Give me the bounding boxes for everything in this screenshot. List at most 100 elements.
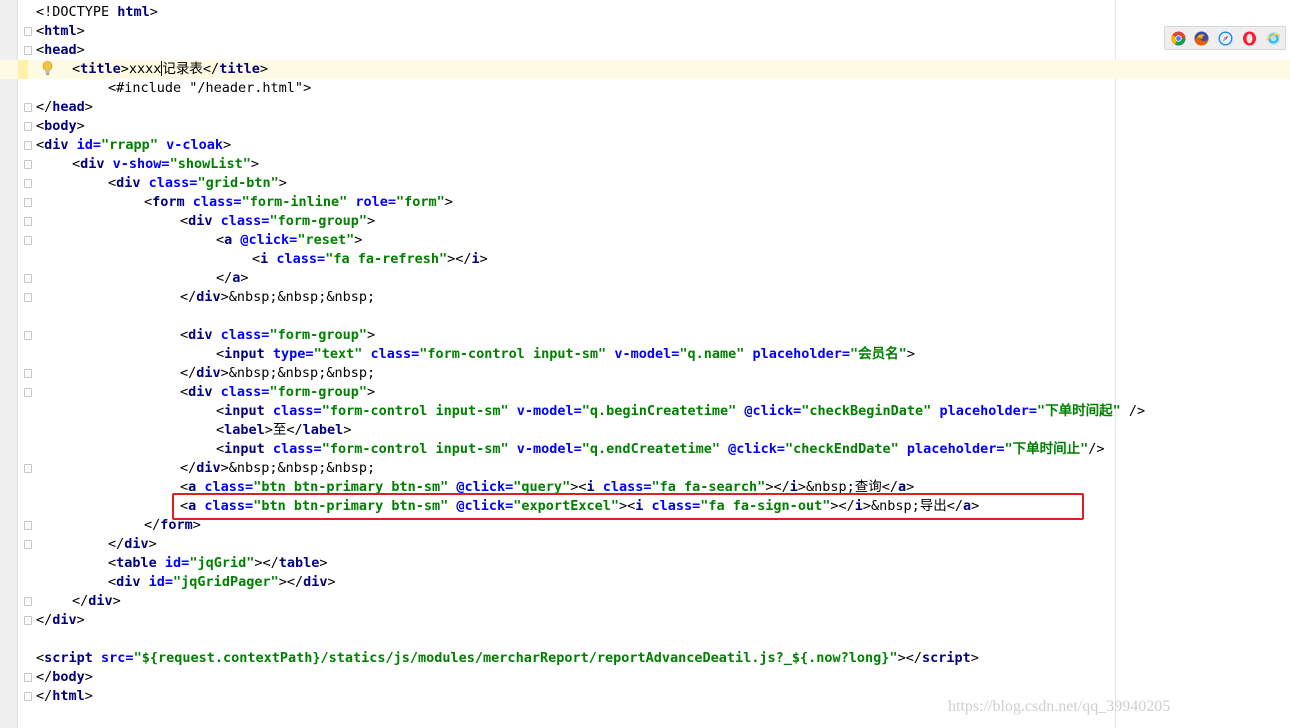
fold-marker-icon[interactable] [24, 27, 32, 36]
code-line[interactable]: <input type="text" class="form-control i… [0, 345, 1290, 364]
fold-marker-icon[interactable] [24, 103, 32, 112]
code-token: "jqGrid" [189, 555, 255, 571]
fold-marker-icon[interactable] [24, 179, 32, 188]
safari-icon[interactable] [1218, 31, 1233, 46]
opera-icon[interactable] [1242, 31, 1257, 46]
firefox-icon[interactable] [1194, 31, 1209, 46]
code-line[interactable]: <head> [0, 41, 1290, 60]
fold-marker-icon[interactable] [24, 293, 32, 302]
fold-marker-icon[interactable] [24, 673, 32, 682]
code-token: </ [72, 593, 89, 609]
fold-marker-icon[interactable] [24, 160, 32, 169]
code-text: </div> [72, 592, 121, 611]
code-text: <a @click="reset"> [216, 231, 362, 250]
code-token: a [224, 232, 241, 248]
code-token: class= [220, 213, 270, 229]
fold-marker-icon[interactable] [24, 616, 32, 625]
code-token: /> [1088, 441, 1105, 457]
browser-preview-toolbar [1164, 26, 1286, 50]
code-line[interactable]: <div class="grid-btn"> [0, 174, 1290, 193]
fold-marker-icon[interactable] [24, 198, 32, 207]
code-token: > [76, 42, 85, 58]
fold-marker-icon[interactable] [24, 274, 32, 283]
code-token: class= [276, 251, 326, 267]
code-line[interactable]: </div> [0, 535, 1290, 554]
code-token: < [72, 61, 81, 77]
code-line[interactable]: <a class="btn btn-primary btn-sm" @click… [0, 497, 1290, 516]
fold-marker-icon[interactable] [24, 141, 32, 150]
fold-marker-icon[interactable] [24, 388, 32, 397]
fold-marker-icon[interactable] [24, 692, 32, 701]
code-line[interactable]: <table id="jqGrid"></table> [0, 554, 1290, 573]
code-token: id= [148, 574, 174, 590]
fold-marker-icon[interactable] [24, 464, 32, 473]
fold-marker-icon[interactable] [24, 369, 32, 378]
code-line[interactable]: </div> [0, 592, 1290, 611]
code-line[interactable]: <div class="form-group"> [0, 326, 1290, 345]
code-line[interactable]: </body> [0, 668, 1290, 687]
code-line[interactable]: </head> [0, 98, 1290, 117]
code-line[interactable]: <div id="rrapp" v-cloak> [0, 136, 1290, 155]
code-line[interactable]: <label>至</label> [0, 421, 1290, 440]
fold-marker-icon[interactable] [24, 217, 32, 226]
code-line[interactable] [0, 307, 1290, 326]
code-line[interactable]: </form> [0, 516, 1290, 535]
fold-marker-icon[interactable] [24, 331, 32, 340]
code-line[interactable]: <div class="form-group"> [0, 212, 1290, 231]
code-token: > [76, 23, 85, 39]
code-line[interactable]: <title>xxxx记录表</title> [0, 60, 1290, 79]
fold-marker-icon[interactable] [24, 122, 32, 131]
fold-marker-icon[interactable] [24, 46, 32, 55]
code-token: div [196, 460, 221, 476]
fold-marker-icon[interactable] [24, 521, 32, 530]
code-line[interactable]: <script src="${request.contextPath}/stat… [0, 649, 1290, 668]
code-editor[interactable]: <!DOCTYPE html> <html> <head> <title>xxxx记录… [0, 0, 1290, 728]
code-line[interactable]: <a class="btn btn-primary btn-sm" @click… [0, 478, 1290, 497]
code-token: script [921, 650, 971, 666]
code-line[interactable] [0, 630, 1290, 649]
code-token: "form-group" [269, 213, 367, 229]
fold-marker-icon[interactable] [24, 236, 32, 245]
lightbulb-icon[interactable] [42, 61, 53, 76]
code-line[interactable]: <!DOCTYPE html> [0, 3, 1290, 22]
watermark: https://blog.csdn.net/qq_39940205 [948, 698, 1171, 715]
code-line[interactable]: <input class="form-control input-sm" v-m… [0, 440, 1290, 459]
code-line[interactable]: </a> [0, 269, 1290, 288]
code-line[interactable]: <form class="form-inline" role="form"> [0, 193, 1290, 212]
code-line[interactable]: </div>&nbsp;&nbsp;&nbsp; [0, 459, 1290, 478]
code-token: ></ [765, 479, 790, 495]
code-token: div [116, 175, 149, 191]
code-token: ></ [278, 574, 304, 590]
code-token: > [479, 251, 488, 267]
fold-marker-icon[interactable] [24, 597, 32, 606]
code-line[interactable]: </div>&nbsp;&nbsp;&nbsp; [0, 364, 1290, 383]
code-line[interactable]: <input class="form-control input-sm" v-m… [0, 402, 1290, 421]
chrome-icon[interactable] [1171, 31, 1186, 46]
code-token: "showList" [169, 156, 251, 172]
code-token: form [160, 517, 193, 533]
code-token: body [52, 669, 85, 685]
code-line[interactable]: <div class="form-group"> [0, 383, 1290, 402]
code-token: > [76, 118, 85, 134]
code-line[interactable]: <#include "/header.html"> [0, 79, 1290, 98]
code-line[interactable]: <html> [0, 22, 1290, 41]
code-line[interactable]: <div id="jqGridPager"></div> [0, 573, 1290, 592]
code-line[interactable]: </div>&nbsp;&nbsp;&nbsp; [0, 288, 1290, 307]
code-line[interactable]: <body> [0, 117, 1290, 136]
code-token: id= [76, 137, 102, 153]
code-text: </a> [216, 269, 249, 288]
code-token: table [116, 555, 165, 571]
code-line[interactable]: <a @click="reset"> [0, 231, 1290, 250]
code-line[interactable]: <div v-show="showList"> [0, 155, 1290, 174]
code-line[interactable]: <i class="fa fa-refresh"></i> [0, 250, 1290, 269]
code-token: < [108, 574, 117, 590]
code-token: < [216, 403, 225, 419]
code-token: "form-group" [269, 327, 367, 343]
code-token: placeholder= [898, 441, 1005, 457]
code-line[interactable]: </div> [0, 611, 1290, 630]
code-token: a [188, 479, 205, 495]
fold-marker-icon[interactable] [24, 540, 32, 549]
code-token: "btn btn-primary btn-sm" [253, 498, 449, 514]
ie-icon[interactable] [1266, 31, 1281, 46]
code-token: class= [148, 175, 198, 191]
